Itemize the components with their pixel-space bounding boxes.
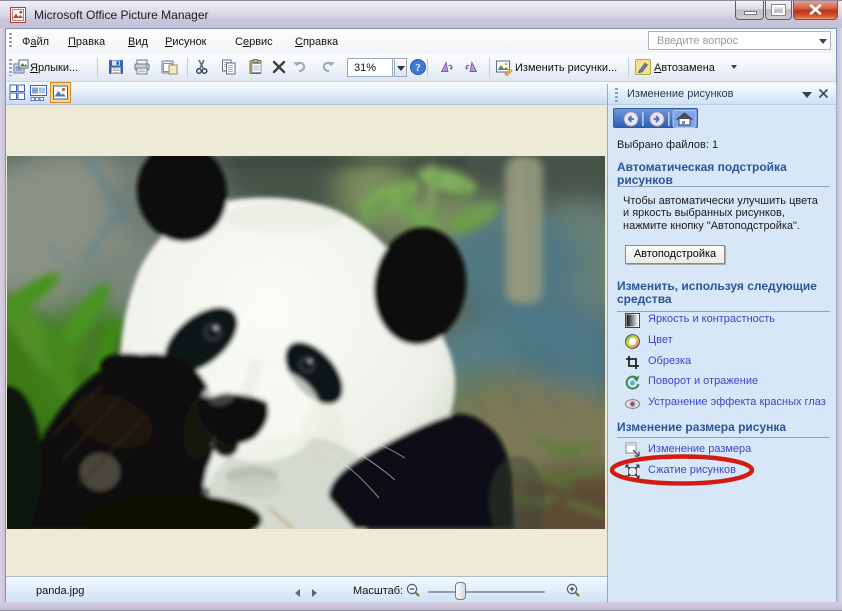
svg-text:?: ?: [415, 62, 421, 74]
